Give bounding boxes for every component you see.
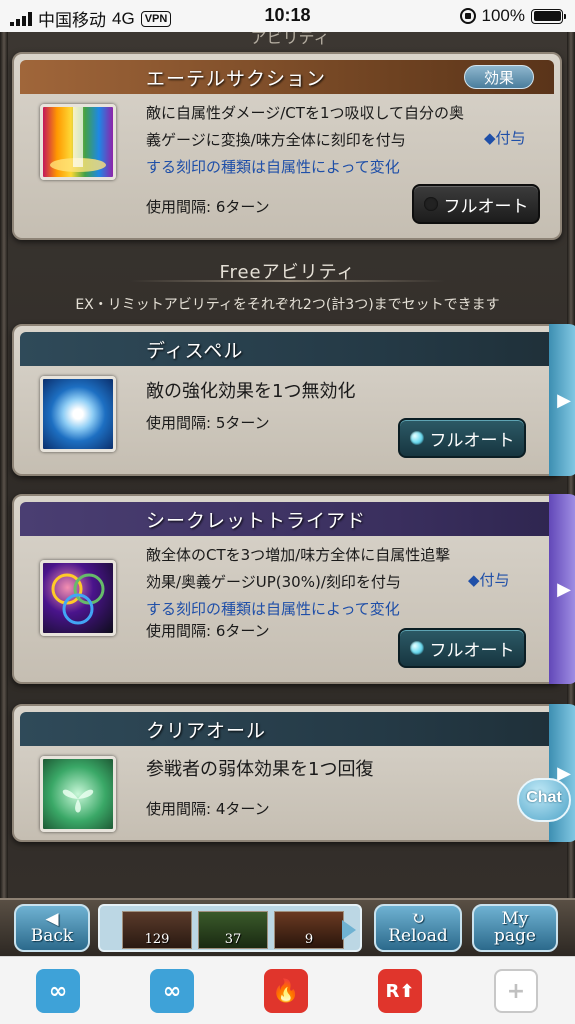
ability-description: 敵に自属性ダメージ/CTを1つ吸収して自分の奥 義ゲージに変換/味方全体に刻印を… xyxy=(146,100,536,181)
card-header: クリアオール xyxy=(20,712,554,746)
cooldown-label: 使用間隔: 5ターン xyxy=(146,414,270,432)
clear-all-icon xyxy=(40,756,116,832)
cooldown-label: 使用間隔: 6ターン xyxy=(146,622,270,640)
quick-next-arrow-icon[interactable] xyxy=(342,920,356,940)
cooldown-label: 使用間隔: 6ターン xyxy=(146,198,270,216)
plus-icon[interactable]: + xyxy=(494,969,538,1013)
mypage-label-2: page xyxy=(494,926,536,946)
expand-arrow-icon[interactable]: ▶ xyxy=(549,324,575,476)
battery-icon xyxy=(531,8,566,24)
ability-description: 参戦者の弱体効果を1つ回復 xyxy=(146,759,374,780)
r-up-icon[interactable]: R⬆ xyxy=(378,969,422,1013)
frame-left xyxy=(0,32,8,956)
dispel-icon xyxy=(40,376,116,452)
ability-description: 敵の強化効果を1つ無効化 xyxy=(146,381,356,402)
card-header: エーテルサクション 効果 xyxy=(20,60,554,94)
divider xyxy=(130,280,445,282)
back-label: Back xyxy=(30,926,74,946)
flame-icon[interactable]: 🔥 xyxy=(264,969,308,1013)
imprint-note-link[interactable]: ◆付与 xyxy=(484,127,526,148)
browser-toolbar: ∞ ∞ 🔥 R⬆ + xyxy=(0,956,575,1024)
quick-item-slot-1[interactable]: 129 xyxy=(122,911,192,949)
toggle-on-icon xyxy=(409,431,424,445)
quick-item-slot-2[interactable]: 37 xyxy=(198,911,268,949)
mypage-button[interactable]: My page xyxy=(472,904,558,952)
expand-arrow-icon[interactable]: ▶ xyxy=(549,494,575,684)
infinity-icon[interactable]: ∞ xyxy=(36,969,80,1013)
ability-name: ディスペル xyxy=(146,340,244,362)
cooldown-label: 使用間隔: 4ターン xyxy=(146,800,270,818)
reload-label: Reload xyxy=(388,926,448,946)
ability-card-aether-suction[interactable]: エーテルサクション 効果 敵に自属性ダメージ/CTを1つ吸収して自分の奥 義ゲー… xyxy=(12,52,562,240)
full-auto-label: フルオート xyxy=(429,640,515,661)
battery-percent: 100% xyxy=(481,6,525,25)
desc-line-1: 敵全体のCTを3つ増加/味方全体に自属性追撃 xyxy=(146,546,451,564)
section-header-partial: アビリティ xyxy=(250,32,330,47)
game-nav-bar: ◀ Back 129 37 9 ↻ Reload My page xyxy=(0,898,575,956)
item-count: 129 xyxy=(144,932,170,947)
full-auto-toggle[interactable]: フルオート xyxy=(398,628,526,668)
status-bar: 中国移动 4G VPN 10:18 100% xyxy=(0,0,575,32)
desc-line-2: 義ゲージに変換/味方全体に刻印を付与 xyxy=(146,131,406,149)
imprint-note-link[interactable]: ◆付与 xyxy=(468,569,510,590)
ability-card-dispel[interactable]: ディスペル 敵の強化効果を1つ無効化 使用間隔: 5ターン フルオート xyxy=(12,324,562,476)
quick-item-slot-3[interactable]: 9 xyxy=(274,911,344,949)
toggle-on-icon xyxy=(409,641,424,655)
card-header: シークレットトライアド xyxy=(20,502,554,536)
reload-button[interactable]: ↻ Reload xyxy=(374,904,462,952)
effect-button[interactable]: 効果 xyxy=(464,65,534,89)
full-auto-toggle[interactable]: フルオート xyxy=(398,418,526,458)
quick-item-bar: 129 37 9 xyxy=(98,904,362,952)
desc-line-3: する刻印の種類は自属性によって変化 xyxy=(146,158,400,176)
full-auto-label: フルオート xyxy=(443,196,529,217)
item-count: 9 xyxy=(304,932,314,947)
infinity-icon[interactable]: ∞ xyxy=(150,969,194,1013)
aether-suction-icon xyxy=(40,104,116,180)
ability-name: エーテルサクション xyxy=(146,68,327,90)
ability-name: クリアオール xyxy=(146,720,267,742)
rotation-lock-icon xyxy=(459,8,476,24)
free-ability-subtitle: EX・リミットアビリティをそれぞれ2つ(計3つ)までセットできます xyxy=(75,297,500,313)
toggle-off-icon xyxy=(423,197,438,211)
ability-card-secret-triad[interactable]: シークレットトライアド 敵全体のCTを3つ増加/味方全体に自属性追撃 効果/奥義… xyxy=(12,494,562,684)
chat-button[interactable]: Chat xyxy=(517,778,571,822)
ability-name: シークレットトライアド xyxy=(146,510,367,532)
item-count: 37 xyxy=(224,932,242,947)
desc-line-1: 敵に自属性ダメージ/CTを1つ吸収して自分の奥 xyxy=(146,104,465,122)
ability-card-clear-all[interactable]: クリアオール 参戦者の弱体効果を1つ回復 使用間隔: 4ターン xyxy=(12,704,562,842)
card-header: ディスペル xyxy=(20,332,554,366)
full-auto-toggle[interactable]: フルオート xyxy=(412,184,540,224)
full-auto-label: フルオート xyxy=(429,430,515,451)
desc-line-3: する刻印の種類は自属性によって変化 xyxy=(146,600,400,618)
back-button[interactable]: ◀ Back xyxy=(14,904,90,952)
game-view: アビリティ エーテルサクション 効果 敵に自属性ダメージ/CTを1つ吸収して自分… xyxy=(0,32,575,956)
secret-triad-icon xyxy=(40,560,116,636)
